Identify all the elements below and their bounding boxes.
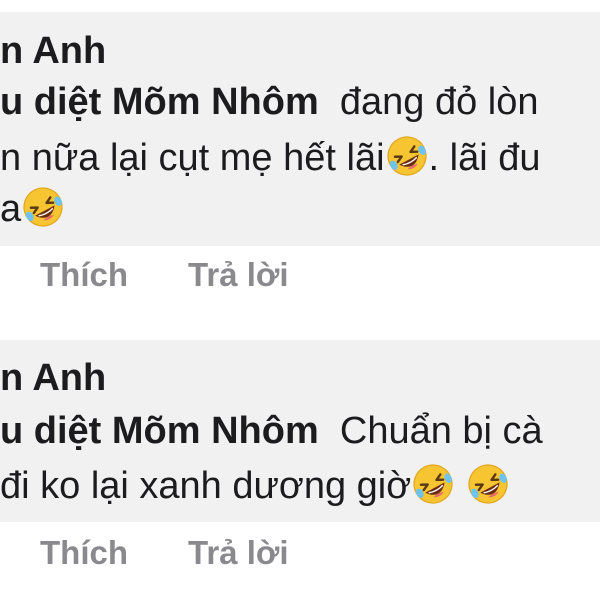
author-name[interactable]: n Anh (0, 30, 106, 72)
reply-button[interactable]: Trả lời (188, 534, 289, 572)
comment-text: đang đỏ lòn (339, 81, 539, 123)
rofl-emoji-icon (466, 462, 510, 506)
like-button[interactable]: Thích (40, 256, 128, 294)
comment-text: Chuẩn bị cà (339, 410, 543, 452)
rofl-emoji-icon (385, 134, 429, 178)
mention-link[interactable]: u diệt Mõm Nhôm (0, 410, 319, 452)
reply-button[interactable]: Trả lời (188, 256, 289, 294)
comment-text-line-2: đi ko lại xanh dương giờ (0, 462, 510, 509)
comment-text-line-1: u diệt Mõm Nhôm đang đỏ lòn (0, 79, 539, 125)
rofl-emoji-icon (411, 462, 455, 506)
comment-text-line-1: u diệt Mõm Nhôm Chuẩn bị cà (0, 408, 543, 454)
comment-text: . lãi đu (428, 137, 541, 179)
comment-text: a (0, 188, 22, 230)
comment-text-line-3: a (0, 185, 65, 232)
comment-text: n nữa lại cụt mẹ hết lãi (0, 137, 385, 179)
comment-text: đi ko lại xanh dương giờ (0, 465, 412, 507)
author-name[interactable]: n Anh (0, 357, 106, 399)
comment-author[interactable]: n Anh (0, 28, 106, 74)
comment-author[interactable]: n Anh (0, 355, 106, 401)
mention-link[interactable]: u diệt Mõm Nhôm (0, 81, 319, 123)
comment-text-line-2: n nữa lại cụt mẹ hết lãi . lãi đu (0, 134, 541, 181)
rofl-emoji-icon (21, 185, 65, 229)
like-button[interactable]: Thích (40, 534, 128, 572)
